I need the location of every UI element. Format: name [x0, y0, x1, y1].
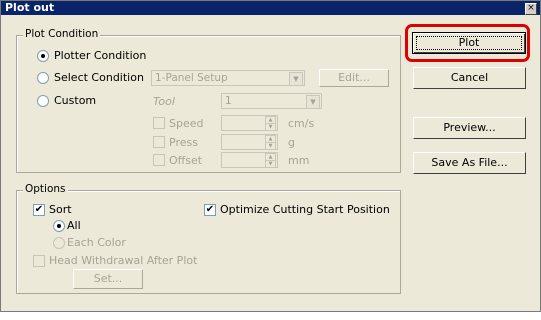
chevron-down-icon: ▼	[289, 72, 303, 86]
head-withdrawal-label: Head Withdrawal After Plot	[49, 254, 198, 267]
chevron-down-icon: ▼	[306, 95, 320, 109]
radio-select-condition[interactable]	[37, 72, 49, 84]
custom-label: Custom	[54, 94, 97, 107]
offset-spinner[interactable]: ▲ ▼	[221, 152, 278, 168]
spin-down-icon[interactable]: ▼	[265, 123, 276, 131]
offset-checkbox[interactable]	[153, 154, 165, 166]
save-as-file-button[interactable]: Save As File...	[413, 152, 526, 174]
condition-select[interactable]: 1-Panel Setup ▼	[151, 70, 305, 86]
press-unit: g	[288, 136, 295, 149]
all-label: All	[67, 219, 81, 232]
tool-select-value: 1	[225, 95, 232, 107]
close-icon[interactable]: ×	[525, 3, 537, 15]
sort-label: Sort	[49, 203, 72, 216]
tool-select[interactable]: 1 ▼	[221, 93, 322, 109]
radio-all[interactable]	[53, 220, 65, 232]
speed-unit: cm/s	[288, 117, 315, 130]
select-condition-label: Select Condition	[54, 71, 144, 84]
radio-custom[interactable]	[37, 95, 49, 107]
optimize-checkbox[interactable]: ✔	[204, 204, 216, 216]
speed-label: Speed	[169, 117, 204, 130]
speed-checkbox[interactable]	[153, 117, 165, 129]
preview-button[interactable]: Preview...	[413, 117, 526, 139]
cancel-button[interactable]: Cancel	[413, 67, 526, 89]
plot-button-highlight	[405, 24, 530, 62]
spin-down-icon[interactable]: ▼	[265, 160, 276, 168]
each-color-label: Each Color	[67, 236, 126, 249]
set-button[interactable]: Set...	[73, 269, 143, 289]
plotter-condition-label: Plotter Condition	[54, 49, 147, 62]
press-spinner[interactable]: ▲ ▼	[221, 134, 278, 150]
window-title: Plot out	[5, 1, 55, 14]
plot-condition-label: Plot Condition	[23, 28, 101, 40]
edit-button[interactable]: Edit...	[319, 69, 389, 87]
offset-label: Offset	[169, 154, 203, 167]
optimize-label: Optimize Cutting Start Position	[220, 203, 390, 216]
options-label: Options	[23, 183, 68, 195]
head-withdrawal-checkbox[interactable]	[33, 255, 45, 267]
speed-spinner[interactable]: ▲ ▼	[221, 115, 278, 131]
press-checkbox[interactable]	[153, 136, 165, 148]
spin-down-icon[interactable]: ▼	[265, 142, 276, 150]
tool-label: Tool	[153, 95, 175, 108]
title-bar: Plot out ×	[1, 1, 540, 15]
offset-unit: mm	[288, 154, 310, 167]
radio-each-color[interactable]	[53, 237, 65, 249]
press-label: Press	[169, 136, 198, 149]
radio-plotter-condition[interactable]	[37, 50, 49, 62]
sort-checkbox[interactable]: ✔	[33, 204, 45, 216]
plot-out-dialog: Plot out × Plot Condition Plotter Condit…	[0, 0, 541, 312]
condition-select-value: 1-Panel Setup	[155, 72, 228, 84]
